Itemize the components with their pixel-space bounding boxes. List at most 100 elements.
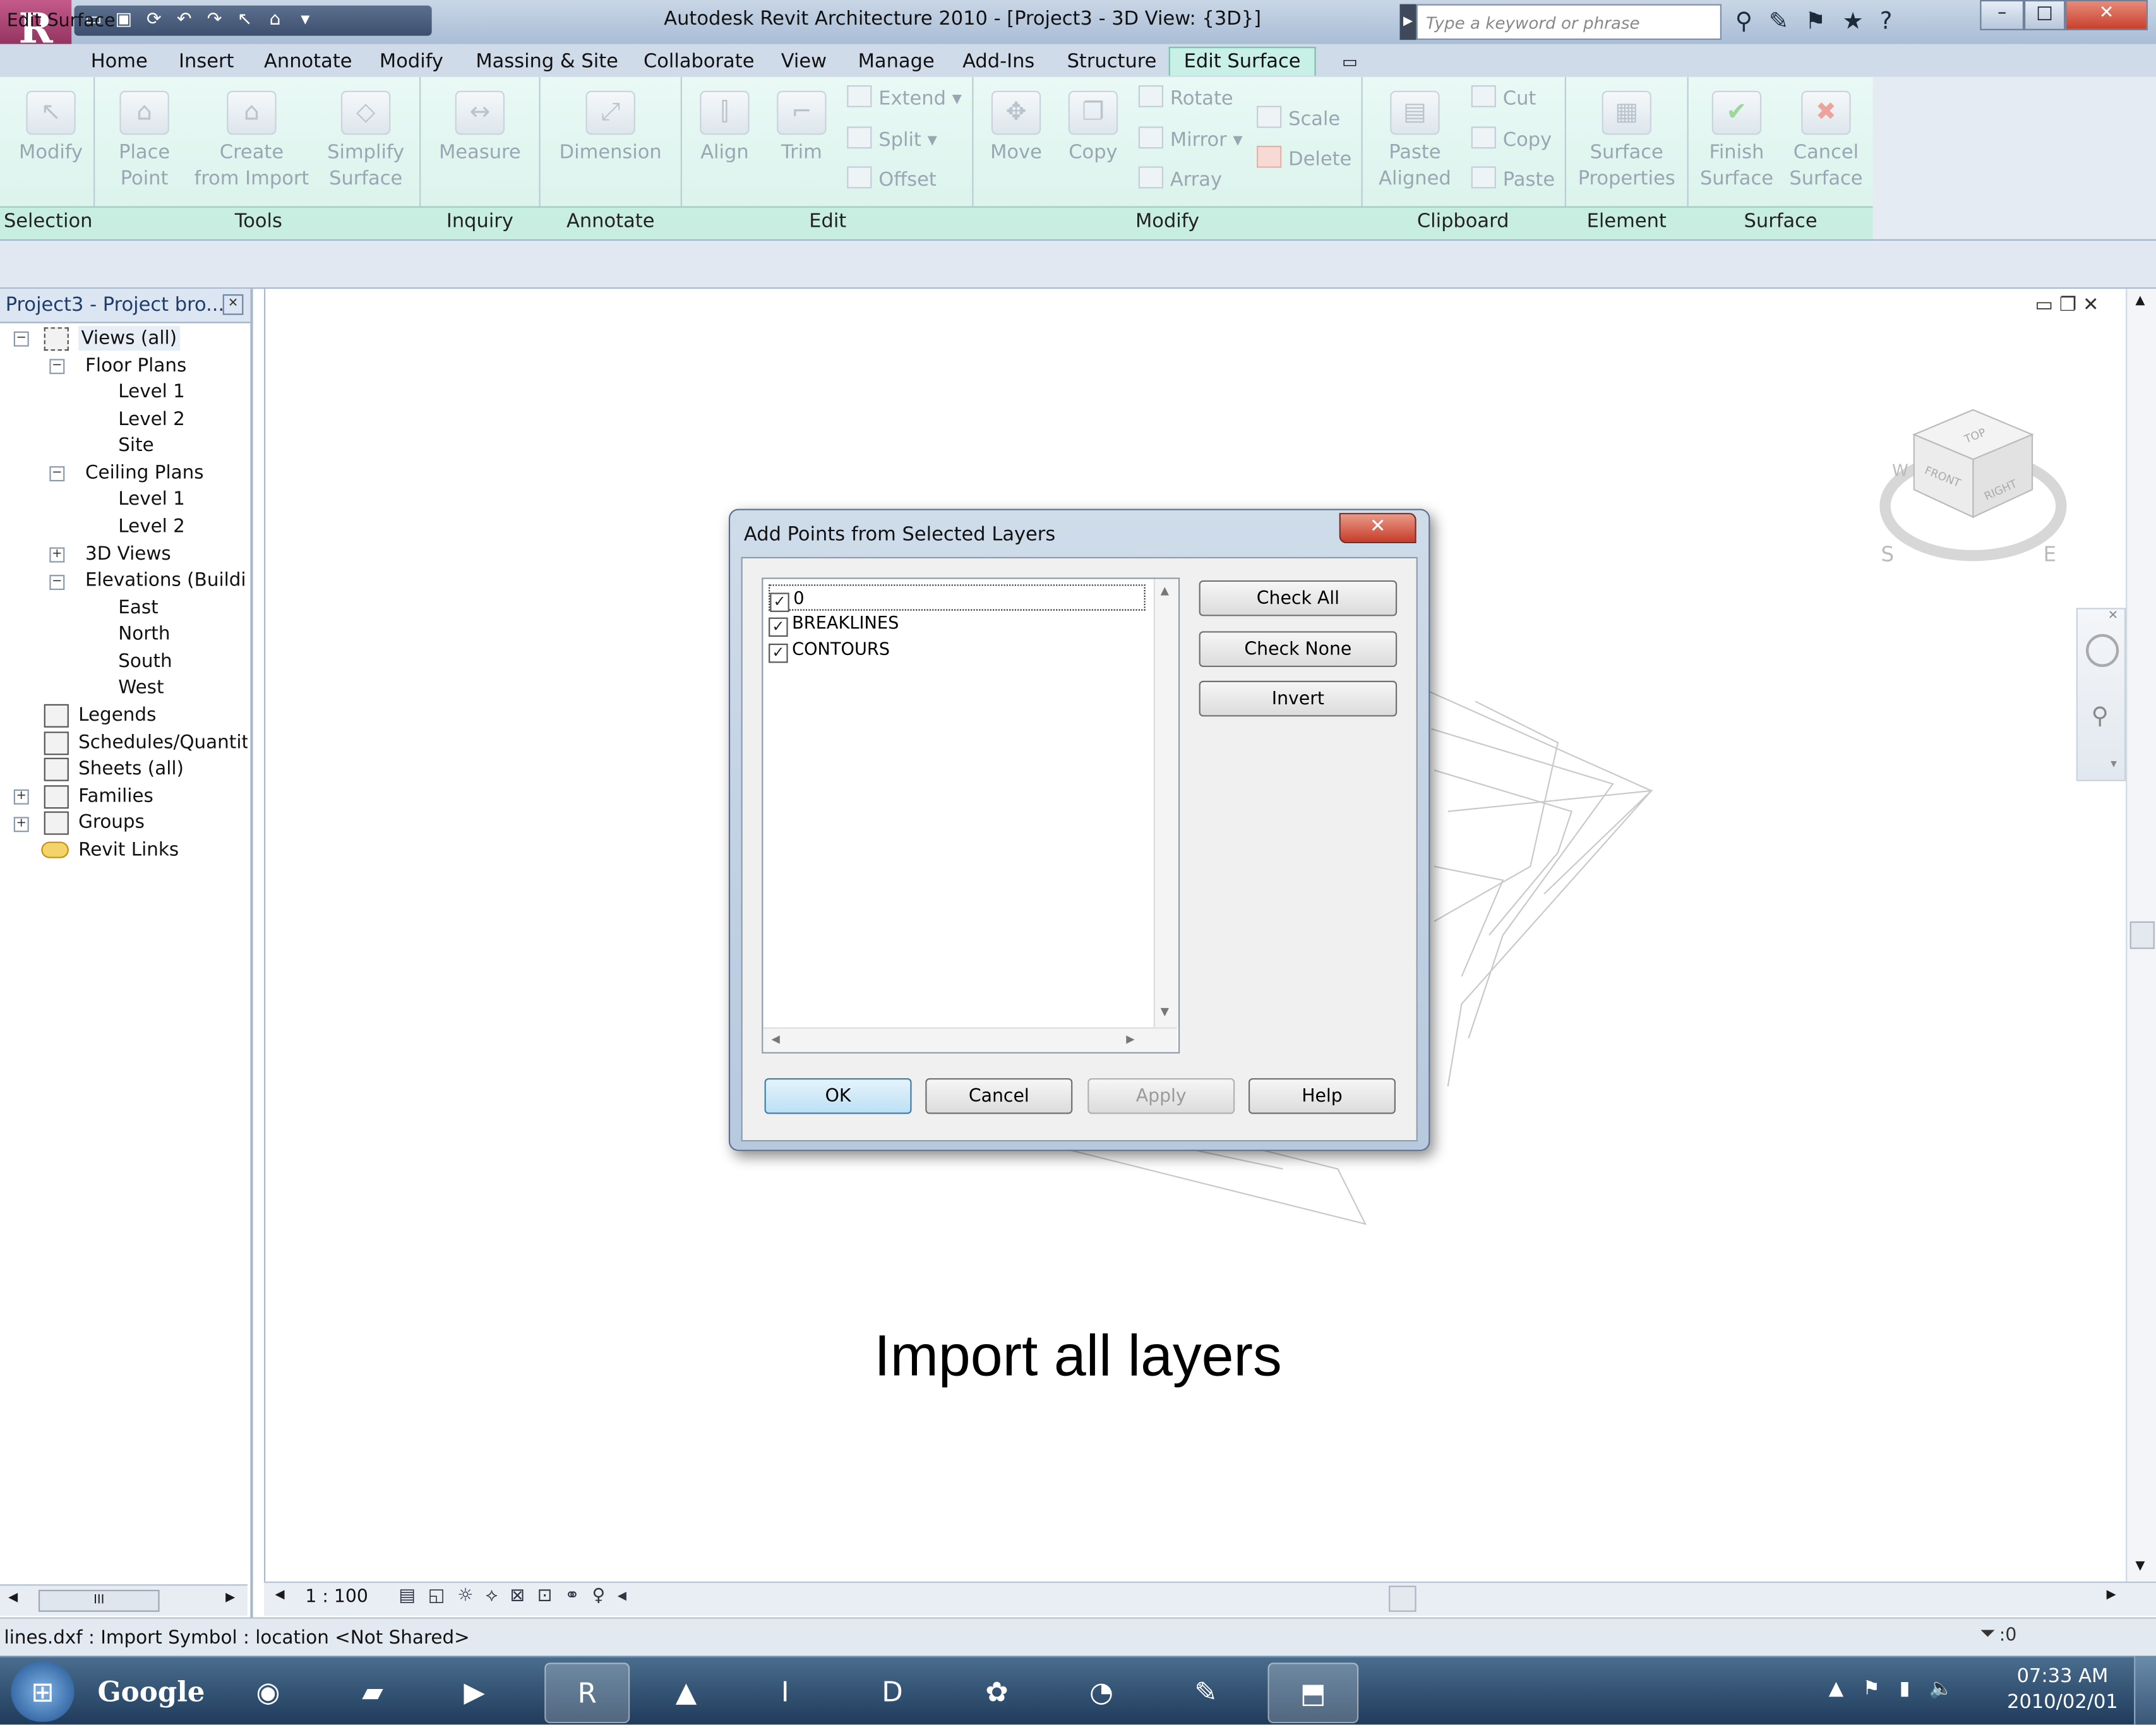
- save-icon[interactable]: ▣: [113, 10, 135, 30]
- start-button[interactable]: ⊞: [11, 1661, 75, 1722]
- subscription-icon[interactable]: ✎: [1769, 8, 1788, 36]
- tree-node-north[interactable]: North: [118, 622, 170, 646]
- taskbar-google[interactable]: Google: [91, 1662, 212, 1720]
- collapse-icon[interactable]: −: [49, 575, 65, 591]
- cancel-button[interactable]: Cancel: [925, 1078, 1073, 1114]
- close-button[interactable]: ✕: [2065, 0, 2148, 30]
- compass-east-label[interactable]: E: [2043, 542, 2056, 566]
- panel-label-annotate[interactable]: Annotate: [539, 209, 682, 234]
- scroll-up-icon[interactable]: ▲: [1161, 584, 1169, 597]
- view-minimize-icon[interactable]: ▭: [2035, 294, 2053, 316]
- taskbar-windows-media-icon[interactable]: ✿: [960, 1662, 1034, 1720]
- layer-checkbox[interactable]: ✓: [770, 592, 789, 612]
- tree-node-east[interactable]: East: [118, 596, 158, 620]
- modify-button[interactable]: ↖ Modify: [14, 85, 88, 166]
- invert-button[interactable]: Invert: [1199, 680, 1398, 717]
- volume-icon[interactable]: 🔈: [1929, 1678, 1953, 1700]
- search-expand-icon[interactable]: ▶: [1399, 4, 1416, 40]
- scale-button[interactable]: Scale: [1257, 105, 1340, 134]
- tab-structure[interactable]: Structure: [1067, 48, 1157, 76]
- mirror-button[interactable]: Mirror ▾: [1138, 126, 1243, 154]
- dimension-button[interactable]: ⤢ Dimension: [553, 85, 668, 166]
- navbar-close-icon[interactable]: ✕: [2108, 610, 2118, 623]
- tree-node-revit-links[interactable]: Revit Links: [78, 838, 179, 862]
- infocenter-search-input[interactable]: Type a keyword or phrase: [1416, 4, 1722, 40]
- viewcube[interactable]: TOP FRONT RIGHT S E W: [1870, 399, 2076, 577]
- tab-annotate[interactable]: Annotate: [264, 48, 352, 76]
- redo-icon[interactable]: ↷: [203, 10, 225, 30]
- show-crop-region-icon[interactable]: ⊡: [537, 1585, 553, 1610]
- default-3d-view-icon[interactable]: ⌂: [264, 10, 286, 30]
- taskbar-explorer-icon[interactable]: ▰: [335, 1662, 410, 1720]
- list-item[interactable]: ✓ CONTOURS: [769, 637, 890, 663]
- scroll-left-icon[interactable]: ◀: [8, 1591, 18, 1605]
- dialog-close-button[interactable]: ✕: [1339, 513, 1416, 544]
- maximize-button[interactable]: □: [2023, 0, 2066, 30]
- taskbar-notes-icon[interactable]: ✎: [1169, 1662, 1243, 1720]
- sync-icon[interactable]: ⟳: [143, 10, 165, 30]
- check-all-button[interactable]: Check All: [1199, 580, 1398, 616]
- taskbar-autocad-icon[interactable]: ▲: [649, 1662, 724, 1720]
- tab-insert[interactable]: Insert: [179, 48, 234, 76]
- undo-icon[interactable]: ↶: [173, 10, 195, 30]
- panel-label-tools[interactable]: Tools: [96, 209, 421, 234]
- scroll-down-icon[interactable]: ▼: [2135, 1560, 2145, 1573]
- viewbar-scroll-left-icon[interactable]: ◂: [618, 1585, 626, 1610]
- compass-south-label[interactable]: S: [1881, 542, 1895, 566]
- scroll-thumb[interactable]: III: [38, 1589, 160, 1612]
- panel-label-inquiry[interactable]: Inquiry: [421, 209, 539, 234]
- tree-node-site[interactable]: Site: [118, 433, 153, 458]
- panel-label-edit[interactable]: Edit: [682, 209, 974, 234]
- temporary-hide-icon[interactable]: ⚭: [565, 1585, 580, 1610]
- view-restore-icon[interactable]: ❐: [2059, 294, 2076, 316]
- array-button[interactable]: Array: [1138, 166, 1222, 194]
- split-button[interactable]: Split ▾: [847, 126, 937, 154]
- scroll-right-icon[interactable]: ▶: [2107, 1589, 2116, 1602]
- zoom-icon[interactable]: ⚲: [2092, 703, 2109, 731]
- list-item[interactable]: ✓ BREAKLINES: [769, 611, 899, 637]
- show-desktop-button[interactable]: [2134, 1656, 2156, 1725]
- tree-node-schedules[interactable]: Schedules/Quantitie: [78, 730, 248, 755]
- expand-icon[interactable]: +: [13, 817, 29, 832]
- tree-node-ceiling-level-2[interactable]: Level 2: [118, 514, 185, 539]
- scroll-right-icon[interactable]: ▶: [225, 1591, 235, 1605]
- favorites-star-icon[interactable]: ★: [1842, 8, 1863, 36]
- move-button[interactable]: ✥ Move: [982, 85, 1051, 166]
- finish-surface-button[interactable]: ✔ Finish Surface: [1697, 85, 1776, 193]
- select-icon[interactable]: ↖: [234, 10, 256, 30]
- view-close-icon[interactable]: ✕: [2083, 294, 2099, 316]
- place-point-button[interactable]: ⌂ Place Point: [107, 85, 182, 193]
- tab-collaborate[interactable]: Collaborate: [644, 48, 754, 76]
- offset-button[interactable]: Offset: [847, 166, 937, 194]
- paste-aligned-button[interactable]: ▤ Paste Aligned: [1372, 85, 1458, 193]
- filter-icon[interactable]: ⏷: [1980, 1623, 1995, 1645]
- scroll-right-icon[interactable]: ▶: [1126, 1033, 1134, 1045]
- navbar-menu-icon[interactable]: ▾: [2111, 758, 2117, 772]
- panel-label-clipboard[interactable]: Clipboard: [1362, 209, 1565, 234]
- panel-label-modify[interactable]: Modify: [974, 209, 1362, 234]
- tab-massing-site[interactable]: Massing & Site: [476, 48, 618, 76]
- tree-node-3d-views[interactable]: 3D Views: [85, 542, 171, 567]
- create-from-import-button[interactable]: ⌂ Create from Import: [193, 85, 311, 193]
- tab-add-ins[interactable]: Add-Ins: [962, 48, 1034, 76]
- taskbar-camtasia-icon[interactable]: ⬒: [1267, 1662, 1359, 1724]
- tree-node-south[interactable]: South: [118, 649, 172, 674]
- collapse-icon[interactable]: −: [49, 466, 65, 482]
- taskbar-picasa-icon[interactable]: ◔: [1064, 1662, 1139, 1720]
- expand-icon[interactable]: +: [49, 547, 65, 563]
- minimize-ribbon-icon[interactable]: ▭: [1342, 48, 1358, 76]
- view-scale[interactable]: 1 : 100: [305, 1587, 368, 1608]
- project-browser-horizontal-scrollbar[interactable]: ◀ III ▶: [0, 1584, 248, 1616]
- scroll-thumb[interactable]: [2129, 921, 2155, 949]
- ok-button[interactable]: OK: [764, 1078, 912, 1114]
- tab-modify[interactable]: Modify: [380, 48, 443, 76]
- tree-node-ceiling-level-1[interactable]: Level 1: [118, 487, 185, 512]
- binoculars-icon[interactable]: ⚲: [1735, 8, 1752, 36]
- cut-button[interactable]: Cut: [1471, 85, 1536, 113]
- crop-view-icon[interactable]: ⊠: [510, 1585, 525, 1610]
- scroll-left-icon[interactable]: ◀: [771, 1033, 779, 1045]
- tree-node-families[interactable]: Families: [78, 784, 153, 808]
- view-horizontal-scroll-thumb[interactable]: [1389, 1585, 1416, 1612]
- tree-node-floor-level-2[interactable]: Level 2: [118, 407, 185, 431]
- taskbar-revit-icon[interactable]: D: [855, 1662, 930, 1720]
